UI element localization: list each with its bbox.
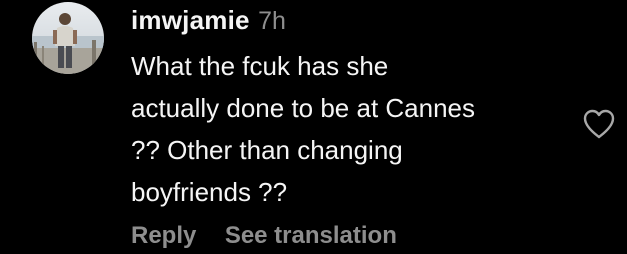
comment-actions: Reply See translation bbox=[131, 221, 397, 254]
comment-text: What the fcuk has she actually done to b… bbox=[131, 45, 571, 213]
see-translation-button[interactable]: See translation bbox=[225, 222, 397, 249]
heart-outline-icon bbox=[583, 109, 615, 139]
comment-text-line: actually done to be at Cannes bbox=[131, 93, 476, 123]
comment-text-line: ?? Other than changing bbox=[131, 135, 403, 165]
comment-header: imwjamie 7h bbox=[131, 4, 286, 41]
comment-text-line: What the fcuk has she bbox=[131, 51, 389, 81]
comment-text-line: boyfriends ?? bbox=[131, 177, 288, 207]
user-avatar-photo bbox=[32, 2, 104, 74]
reply-button[interactable]: Reply bbox=[131, 222, 196, 249]
comment-item: imwjamie 7h What the fcuk has she actual… bbox=[0, 0, 627, 249]
username[interactable]: imwjamie bbox=[131, 5, 250, 35]
avatar[interactable] bbox=[32, 2, 104, 74]
timestamp: 7h bbox=[258, 7, 286, 35]
like-button[interactable] bbox=[582, 108, 616, 140]
